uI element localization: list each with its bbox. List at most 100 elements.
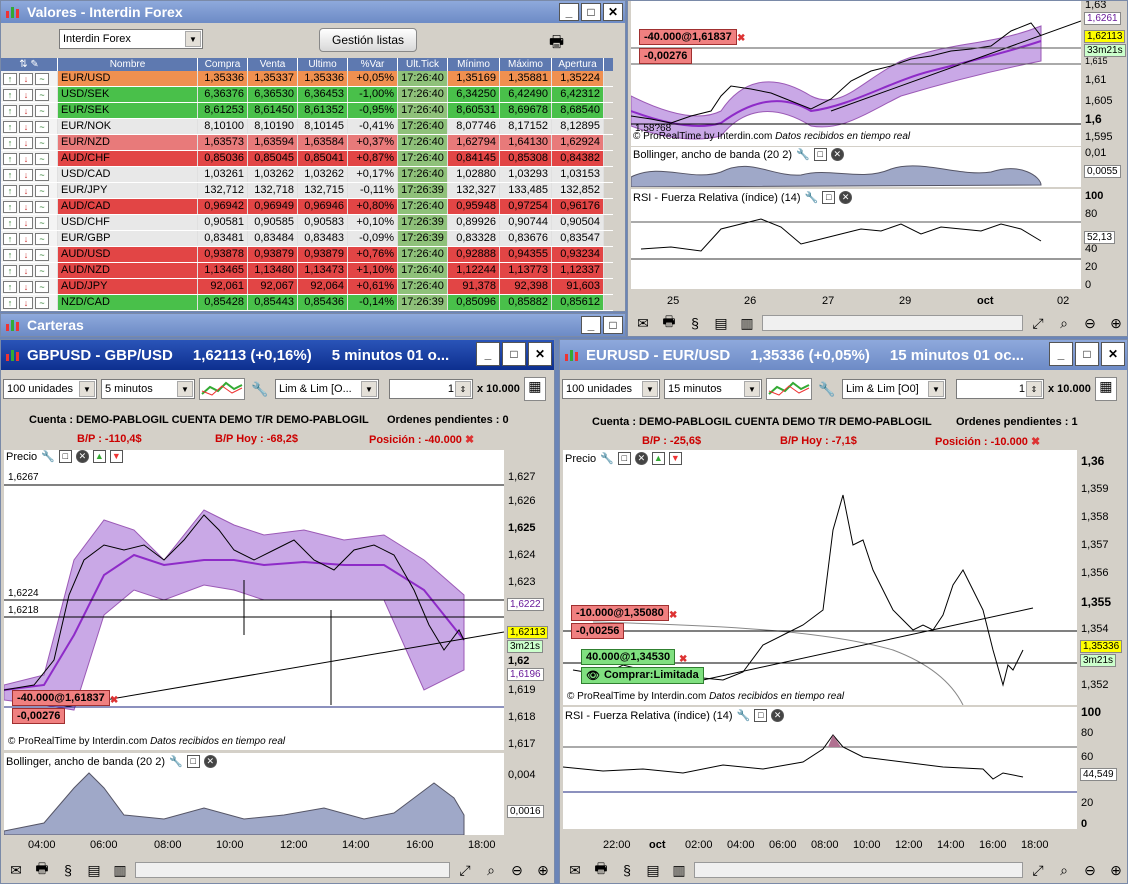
buy-icon[interactable]: ↑ — [3, 216, 17, 229]
units-select[interactable]: 100 unidades ▼ — [562, 379, 660, 399]
sell-icon[interactable]: ↓ — [19, 120, 33, 133]
close-button[interactable]: ✕ — [528, 342, 552, 366]
zoom-out-icon[interactable]: ⊖ — [506, 862, 528, 879]
buy-icon[interactable]: ↑ — [3, 88, 17, 101]
arrow-down-icon[interactable]: ▼ — [109, 450, 123, 463]
row-icons[interactable]: ↑ ↓ ~ — [1, 87, 58, 102]
sell-icon[interactable]: ↓ — [19, 248, 33, 261]
table-row[interactable]: ↑ ↓ ~ EUR/JPY 132,712 132,718 132,715 -0,11% 17:… — [1, 183, 613, 199]
maximize-panel-icon[interactable]: □ — [186, 755, 200, 768]
buy-icon[interactable]: ↑ — [3, 152, 17, 165]
maximize-panel-icon[interactable]: □ — [58, 450, 72, 463]
maximize-panel-icon[interactable]: □ — [822, 191, 836, 204]
buy-icon[interactable]: ↑ — [3, 120, 17, 133]
buy-icon[interactable]: ↑ — [3, 264, 17, 277]
position-order-box[interactable]: -10.000@1,35080 — [571, 605, 669, 621]
list-icon[interactable]: ▤ — [642, 862, 664, 879]
mail-icon[interactable]: ✉ — [564, 862, 586, 879]
arrow-down-icon[interactable]: ▼ — [668, 452, 682, 465]
print-icon[interactable]: 🖶 — [658, 311, 680, 335]
print-icon[interactable]: 🖶 — [549, 31, 564, 58]
close-panel-icon[interactable]: ✕ — [771, 709, 785, 722]
zoom-in-icon[interactable]: ⊕ — [532, 862, 554, 879]
wrench-icon[interactable]: 🔧 — [737, 709, 751, 722]
chart-icon[interactable]: ~ — [35, 248, 49, 261]
chart-scrollbar[interactable] — [135, 862, 450, 878]
units-select[interactable]: 100 unidades ▼ — [3, 379, 97, 399]
buy-icon[interactable]: ↑ — [3, 296, 17, 309]
table-row[interactable]: ↑ ↓ ~ EUR/SEK 8,61253 8,61450 8,61352 -0,95% 17:… — [1, 103, 613, 119]
order-ticket-icon[interactable]: ▦ — [523, 377, 546, 401]
wrench-icon[interactable]: 🔧 — [796, 148, 810, 161]
table-row[interactable]: ↑ ↓ ~ AUD/NZD 1,13465 1,13480 1,13473 +1,10% 17:… — [1, 263, 613, 279]
buy-icon[interactable]: ↑ — [3, 184, 17, 197]
row-icons[interactable]: ↑ ↓ ~ — [1, 231, 58, 246]
maximize-panel-icon[interactable]: □ — [754, 709, 768, 722]
close-button[interactable]: ✕ — [603, 3, 623, 21]
maximize-button[interactable]: □ — [581, 3, 601, 21]
mail-icon[interactable]: ✉ — [632, 315, 654, 332]
close-panel-icon[interactable]: ✕ — [634, 452, 648, 465]
close-panel-icon[interactable]: ✕ — [830, 148, 844, 161]
zoom-region-icon[interactable]: ⌕ — [1053, 315, 1075, 332]
buy-icon[interactable]: ↑ — [3, 280, 17, 293]
sell-icon[interactable]: ↓ — [19, 72, 33, 85]
position-order-box[interactable]: -40.000@1,61837 — [12, 690, 110, 706]
chart-icon[interactable]: ~ — [35, 104, 49, 117]
list-icon[interactable]: ▤ — [83, 862, 105, 879]
buy-limit-box[interactable]: 👁 Comprar:Limitada — [581, 667, 704, 684]
chart-type-icon[interactable] — [766, 378, 812, 400]
print-icon[interactable]: 🖶 — [590, 858, 612, 882]
col-ultimo[interactable]: Ultimo — [298, 58, 348, 71]
quantity-stepper[interactable]: 1 ⇕ — [956, 379, 1044, 399]
table-row[interactable]: ↑ ↓ ~ AUD/JPY 92,061 92,067 92,064 +0,61% 17:26:… — [1, 279, 613, 295]
row-icons[interactable]: ↑ ↓ ~ — [1, 263, 58, 278]
arrow-up-icon[interactable]: ▲ — [651, 452, 665, 465]
maximize-panel-icon[interactable]: □ — [617, 452, 631, 465]
chart-icon[interactable]: ~ — [35, 88, 49, 101]
close-panel-icon[interactable]: ✕ — [839, 191, 853, 204]
table-row[interactable]: ↑ ↓ ~ AUD/CHF 0,85036 0,85045 0,85041 +0,87% 17:… — [1, 151, 613, 167]
sell-icon[interactable]: ↓ — [19, 200, 33, 213]
chart-icon[interactable]: ~ — [35, 264, 49, 277]
chart-icon[interactable]: ~ — [35, 200, 49, 213]
zoom-in-icon[interactable]: ⊕ — [1105, 862, 1127, 879]
auto-scale-icon[interactable]: ⤢ — [1027, 315, 1049, 332]
sell-icon[interactable]: ↓ — [19, 88, 33, 101]
table-row[interactable]: ↑ ↓ ~ USD/CAD 1,03261 1,03262 1,03262 +0,17% 17:… — [1, 167, 613, 183]
close-panel-icon[interactable]: ✕ — [75, 450, 89, 463]
buy-icon[interactable]: ↑ — [3, 72, 17, 85]
chart-scrollbar[interactable] — [762, 315, 1023, 331]
sell-icon[interactable]: ↓ — [19, 152, 33, 165]
chart-icon[interactable]: ~ — [35, 168, 49, 181]
link-icon[interactable]: § — [616, 862, 638, 878]
chart-icon[interactable]: ~ — [35, 216, 49, 229]
col-nombre[interactable]: Nombre — [58, 58, 198, 71]
pending-order-box[interactable]: 40.000@1,34530 — [581, 649, 676, 665]
row-icons[interactable]: ↑ ↓ ~ — [1, 71, 58, 86]
list-select[interactable]: Interdin Forex ▼ — [59, 29, 203, 49]
zoom-region-icon[interactable]: ⌕ — [480, 862, 502, 879]
sell-icon[interactable]: ↓ — [19, 232, 33, 245]
buy-icon[interactable]: ↑ — [3, 168, 17, 181]
table-row[interactable]: ↑ ↓ ~ AUD/USD 0,93878 0,93879 0,93879 +0,76% 17:… — [1, 247, 613, 263]
buy-icon[interactable]: ↑ — [3, 136, 17, 149]
chart-icon[interactable]: ~ — [35, 184, 49, 197]
link-icon[interactable]: § — [684, 315, 706, 331]
buy-icon[interactable]: ↑ — [3, 248, 17, 261]
order-mode-select[interactable]: Lim & Lim [O0] ▼ — [842, 379, 946, 399]
close-order-icon[interactable]: ✖ — [669, 610, 677, 621]
col-apertura[interactable]: Apertura — [552, 58, 604, 71]
maximize-button[interactable]: □ — [502, 342, 526, 366]
minimize-button[interactable]: _ — [559, 3, 579, 21]
chart-icon[interactable]: ~ — [35, 152, 49, 165]
row-icons[interactable]: ↑ ↓ ~ — [1, 295, 58, 310]
row-icons[interactable]: ↑ ↓ ~ — [1, 279, 58, 294]
chart-type-icon[interactable] — [199, 378, 245, 400]
sell-icon[interactable]: ↓ — [19, 136, 33, 149]
close-panel-icon[interactable]: ✕ — [203, 755, 217, 768]
minimize-button[interactable]: _ — [581, 316, 601, 334]
link-icon[interactable]: § — [57, 862, 79, 878]
maximize-button[interactable]: □ — [603, 316, 623, 334]
wrench-icon[interactable]: 🔧 — [805, 191, 819, 204]
